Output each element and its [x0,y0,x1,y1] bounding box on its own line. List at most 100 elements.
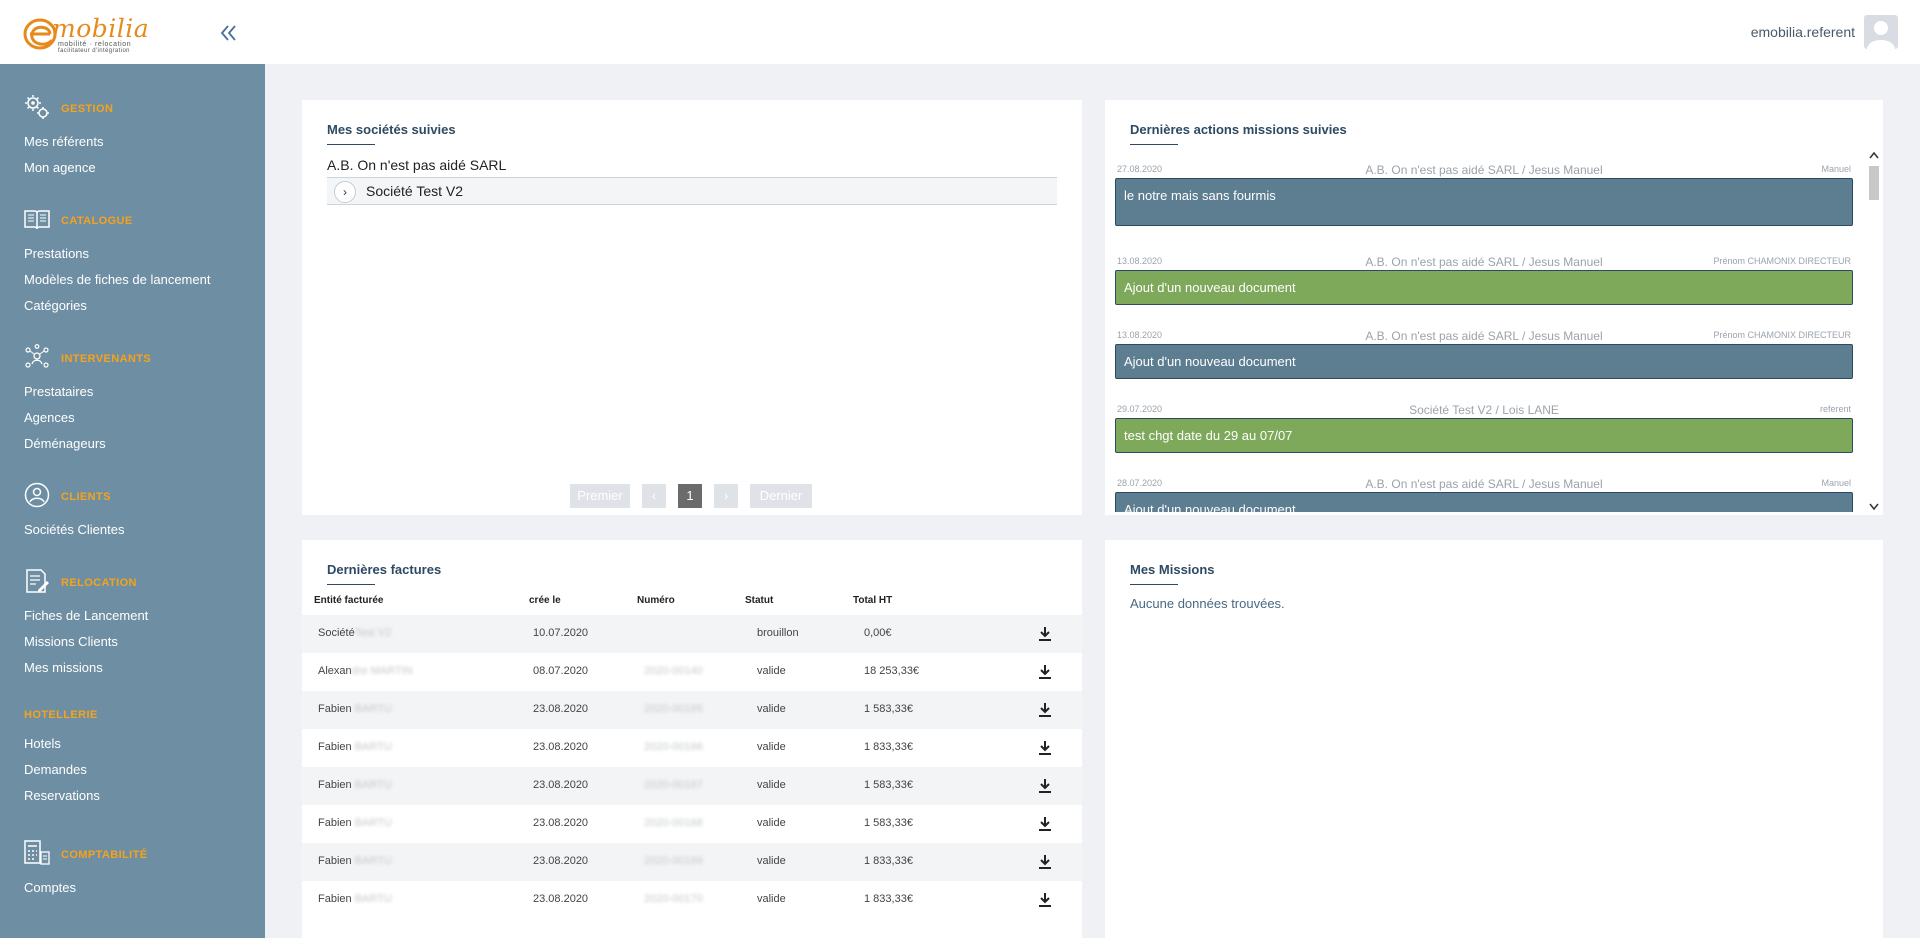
logo-tagline: mobilité · relocation [58,41,132,48]
table-row[interactable]: Fabien BARTU 23.08.2020 2020-00165 valid… [302,691,1082,729]
cell-date: 23.08.2020 [533,893,589,905]
download-icon[interactable] [1038,816,1052,832]
cell-number: 2020-00169 [644,855,703,867]
cell-status: brouillon [757,627,799,639]
company-tree-root[interactable]: A.B. On n'est pas aidé SARL [327,157,506,173]
sidebar-section-title: CATALOGUE [61,215,133,227]
cell-entity: Fabien BARTU [318,779,392,791]
sidebar-item-demandes[interactable]: Demandes [24,757,100,783]
sidebar-item-reservations[interactable]: Reservations [24,783,100,809]
sidebar-item-agences[interactable]: Agences [24,405,106,431]
column-header[interactable]: Total HT [853,595,892,606]
table-row[interactable]: SociétéTest V2 10.07.2020 brouillon 0,00… [302,615,1082,653]
pager-last-button[interactable]: Dernier [750,484,812,508]
book-icon [24,210,50,230]
sidebar-item-prestataires[interactable]: Prestataires [24,379,106,405]
download-icon[interactable] [1038,854,1052,870]
entity-name: Alexan [318,665,352,677]
action-mission: A.B. On n'est pas aidé SARL / Jesus Manu… [1365,477,1603,491]
company-tree-item[interactable]: › Société Test V2 [327,177,1057,205]
invoice-table-body: SociétéTest V2 10.07.2020 brouillon 0,00… [302,615,1082,919]
user-name[interactable]: emobilia.referent [1751,24,1855,40]
column-header[interactable]: Entité facturée [314,595,383,606]
sidebar-section-intervenants: INTERVENANTS Prestataires Agences Déména… [24,344,151,457]
sidebar-item-prestations[interactable]: Prestations [24,241,210,267]
sidebar-item-modeles-fiches[interactable]: Modèles de fiches de lancement [24,267,210,293]
column-header[interactable]: Numéro [637,595,675,606]
company-tree-item-label: Société Test V2 [366,183,464,199]
top-header: mobilia mobilité · relocation facilitate… [0,0,1920,64]
cell-status: valide [757,703,786,715]
sidebar-item-societes-clientes[interactable]: Sociétés Clientes [24,517,124,543]
panel-title: Dernières factures [327,562,442,585]
empty-state-message: Aucune données trouvées. [1130,596,1285,611]
download-icon[interactable] [1038,740,1052,756]
sidebar-item-fiches-lancement[interactable]: Fiches de Lancement [24,603,148,629]
cell-status: valide [757,817,786,829]
pager-first-button[interactable]: Premier [570,484,630,508]
entity-name: Fabien [318,855,352,867]
cell-total: 1 583,33€ [864,703,913,715]
action-item[interactable]: 13.08.2020 A.B. On n'est pas aidé SARL / … [1115,328,1853,379]
sidebar-section-title: INTERVENANTS [61,353,152,365]
download-icon[interactable] [1038,778,1052,794]
actions-scrollbar[interactable] [1867,150,1881,512]
table-row[interactable]: Fabien BARTU 23.08.2020 2020-00166 valid… [302,729,1082,767]
actions-list[interactable]: 27.08.2020 A.B. On n'est pas aidé SARL / … [1115,150,1859,512]
cell-date: 23.08.2020 [533,779,589,791]
cell-status: valide [757,741,786,753]
cell-date: 23.08.2020 [533,817,589,829]
action-mission: A.B. On n'est pas aidé SARL / Jesus Manu… [1365,163,1603,177]
sidebar-item-hotels[interactable]: Hotels [24,731,100,757]
sidebar-item-demenageurs[interactable]: Déménageurs [24,431,106,457]
cell-status: valide [757,665,786,677]
entity-name: Fabien [318,779,352,791]
cell-number: 2020-00167 [644,779,703,791]
pager-page-button[interactable]: 1 [678,484,702,508]
expand-chevron-right-icon[interactable]: › [334,181,356,203]
sidebar-item-mon-agence[interactable]: Mon agence [24,155,103,181]
download-icon[interactable] [1038,892,1052,908]
cell-entity: Fabien BARTU [318,741,392,753]
entity-name-hidden: BARTU [354,779,392,791]
table-row[interactable]: Alexandre MARTIN 08.07.2020 2020-00140 v… [302,653,1082,691]
action-item[interactable]: 29.07.2020 Société Test V2 / Lois LANE ref… [1115,402,1853,453]
scrollbar-graphic [1869,151,1879,511]
action-author: Manuel [1821,478,1851,488]
entity-name-hidden: Test V2 [354,627,392,639]
download-icon[interactable] [1038,702,1052,718]
entity-name: Fabien [318,817,352,829]
sidebar-item-missions-clients[interactable]: Missions Clients [24,629,148,655]
cell-number: 2020-00165 [644,703,703,715]
table-row[interactable]: Fabien BARTU 23.08.2020 2020-00169 valid… [302,843,1082,881]
sidebar-item-comptes[interactable]: Comptes [24,875,76,901]
pager-prev-button[interactable]: ‹ [642,484,666,508]
action-message: Ajout d'un nouveau document [1115,492,1853,512]
sidebar-item-mes-referents[interactable]: Mes référents [24,129,103,155]
download-icon[interactable] [1038,664,1052,680]
collapse-sidebar-button[interactable] [218,22,240,44]
invoice-table-header: Entité facturée crée le Numéro Statut To… [302,595,1082,611]
sidebar-item-categories[interactable]: Catégories [24,293,210,319]
action-item[interactable]: 28.07.2020 A.B. On n'est pas aidé SARL / … [1115,476,1853,512]
network-users-icon [25,344,49,368]
action-item[interactable]: 27.08.2020 A.B. On n'est pas aidé SARL / … [1115,162,1853,226]
table-row[interactable]: Fabien BARTU 23.08.2020 2020-00168 valid… [302,805,1082,843]
pager-next-button[interactable]: › [714,484,738,508]
logo-text: mobilia [52,14,150,43]
column-header[interactable]: crée le [529,595,561,606]
user-circle-icon [24,482,50,508]
avatar[interactable] [1864,15,1898,49]
download-icon[interactable] [1038,626,1052,642]
table-row[interactable]: Fabien BARTU 23.08.2020 2020-00167 valid… [302,767,1082,805]
cell-number: 2020-00140 [644,665,703,677]
column-header[interactable]: Statut [745,595,773,606]
table-row[interactable]: Fabien BARTU 23.08.2020 2020-00170 valid… [302,881,1082,919]
action-item[interactable]: 13.08.2020 A.B. On n'est pas aidé SARL / … [1115,254,1853,305]
action-message: le notre mais sans fourmis [1115,178,1853,226]
cell-total: 0,00€ [864,627,892,639]
emobilia-logo[interactable]: mobilia mobilité · relocation facilitate… [22,12,152,54]
cell-status: valide [757,855,786,867]
sidebar-item-mes-missions[interactable]: Mes missions [24,655,148,681]
action-author: Prénom CHAMONIX DIRECTEUR [1713,256,1851,266]
